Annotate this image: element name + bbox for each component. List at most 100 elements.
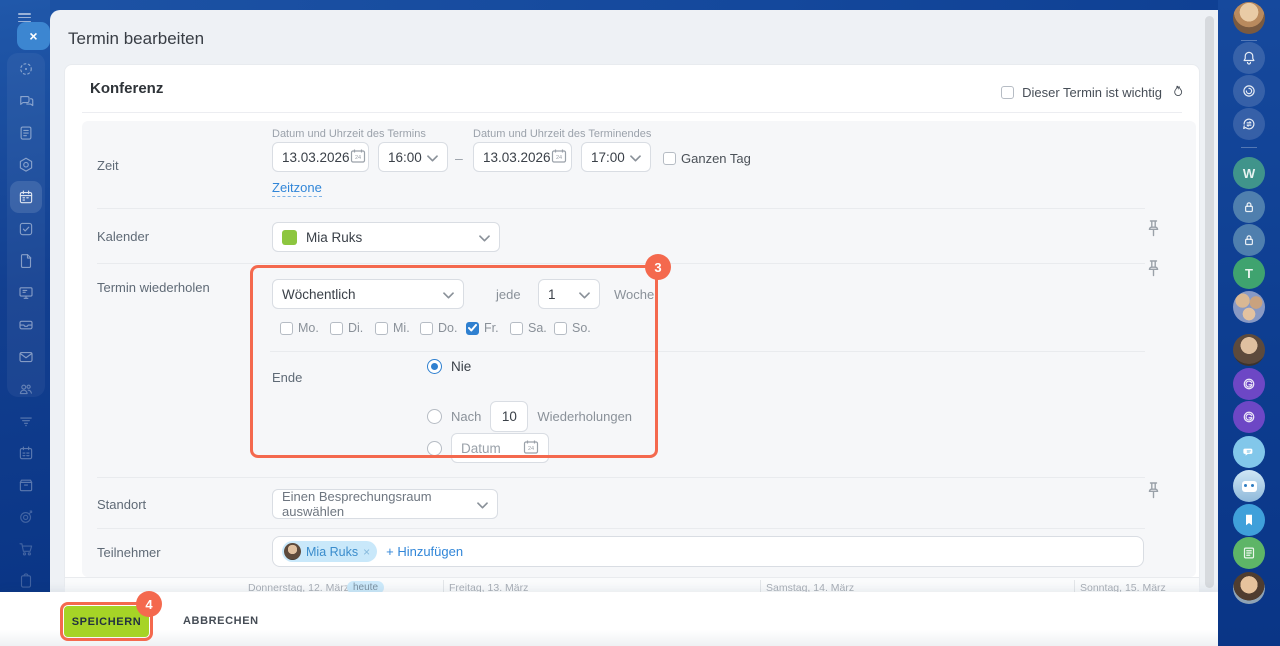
- start-date-value: 13.03.2026: [282, 150, 350, 165]
- rail-divider: [1241, 40, 1257, 41]
- time-range-dash: –: [455, 150, 463, 166]
- drawer-icon[interactable]: [10, 309, 42, 341]
- box-icon[interactable]: [10, 469, 42, 501]
- teilnehmer-label: Teilnehmer: [97, 545, 161, 560]
- important-checkbox[interactable]: [1001, 86, 1014, 99]
- close-modal-button[interactable]: ×: [17, 22, 50, 50]
- cancel-button[interactable]: ABBRECHEN: [183, 615, 259, 627]
- spiral-icon[interactable]: [1233, 75, 1265, 107]
- calendar-icon[interactable]: [10, 181, 42, 213]
- target-icon[interactable]: [10, 501, 42, 533]
- svg-text:24: 24: [355, 155, 361, 161]
- g-logo-icon[interactable]: [1233, 368, 1265, 400]
- chats-icon[interactable]: [10, 85, 42, 117]
- flame-icon: [1170, 83, 1184, 102]
- annotation-badge-3: 3: [645, 254, 671, 280]
- attendee-chip[interactable]: Mia Ruks ×: [282, 541, 377, 562]
- kalender-value: Mia Ruks: [306, 230, 479, 245]
- attendees-input[interactable]: Mia Ruks × + Hinzufügen: [272, 536, 1144, 567]
- all-day-label: Ganzen Tag: [681, 151, 751, 166]
- remove-attendee-icon[interactable]: ×: [363, 545, 370, 559]
- left-sidebar: [0, 0, 50, 646]
- kalender-select[interactable]: Mia Ruks: [272, 222, 500, 252]
- cart-icon[interactable]: [10, 533, 42, 565]
- g-logo-icon[interactable]: [1233, 401, 1265, 433]
- pin-icon[interactable]: [1147, 259, 1160, 283]
- end-date-input[interactable]: 13.03.2026 24: [473, 142, 572, 172]
- all-day-toggle[interactable]: Ganzen Tag: [663, 151, 751, 166]
- all-day-checkbox[interactable]: [663, 152, 676, 165]
- calendar-alt-icon[interactable]: [10, 437, 42, 469]
- document-icon[interactable]: [10, 245, 42, 277]
- hamburger-icon[interactable]: [18, 13, 31, 22]
- end-datetime-label: Datum und Uhrzeit des Terminendes: [473, 128, 651, 140]
- svg-text:24: 24: [556, 155, 562, 161]
- zeit-label: Zeit: [97, 158, 119, 173]
- annotation-badge-4: 4: [136, 591, 162, 617]
- chevron-down-icon: [427, 150, 438, 165]
- save-button[interactable]: SPEICHERN: [64, 606, 149, 637]
- annotation-box-3: [250, 265, 658, 458]
- activity-icon[interactable]: [10, 53, 42, 85]
- calendar-small-icon[interactable]: 24: [350, 148, 366, 167]
- calendar-small-icon[interactable]: 24: [551, 148, 567, 167]
- bell-icon[interactable]: [1233, 42, 1265, 74]
- important-label: Dieser Termin ist wichtig: [1022, 85, 1162, 100]
- add-attendee-link[interactable]: + Hinzufügen: [386, 544, 463, 559]
- man-avatar[interactable]: [1233, 572, 1265, 604]
- standort-select[interactable]: Einen Besprechungsraum auswählen: [272, 489, 498, 519]
- people-icon[interactable]: [10, 373, 42, 405]
- calendar-color-swatch: [282, 230, 297, 245]
- chevron-down-icon: [630, 150, 641, 165]
- attendee-name: Mia Ruks: [306, 545, 358, 559]
- workspace-t-avatar[interactable]: T: [1233, 257, 1265, 289]
- row-divider: [97, 208, 1145, 209]
- group-avatar[interactable]: [1233, 291, 1265, 323]
- workspace-w-avatar[interactable]: W: [1233, 157, 1265, 189]
- attendee-avatar: [284, 543, 301, 560]
- person-avatar[interactable]: [1233, 334, 1265, 366]
- tasks-icon[interactable]: [10, 213, 42, 245]
- bookmark-icon[interactable]: [1233, 504, 1265, 536]
- start-datetime-label: Datum und Uhrzeit des Termins: [272, 128, 426, 140]
- repeat-label: Termin wiederholen: [97, 280, 210, 295]
- pin-icon[interactable]: [1147, 481, 1160, 505]
- user-avatar[interactable]: [1233, 2, 1265, 34]
- lock-icon[interactable]: [1233, 224, 1265, 256]
- row-divider: [97, 263, 1145, 264]
- week-preview-strip: Donnerstag, 12. März heute Freitag, 13. …: [65, 577, 1199, 593]
- chat-sync-icon[interactable]: [1233, 108, 1265, 140]
- end-time-select[interactable]: 17:00: [581, 142, 651, 172]
- kalender-label: Kalender: [97, 229, 149, 244]
- presentation-icon[interactable]: [10, 277, 42, 309]
- funnel-icon[interactable]: [10, 405, 42, 437]
- rail-divider: [1241, 147, 1257, 148]
- mail-icon[interactable]: [10, 341, 42, 373]
- pin-icon[interactable]: [1147, 219, 1160, 243]
- standort-label: Standort: [97, 497, 146, 512]
- end-time-value: 17:00: [591, 150, 630, 165]
- news-icon[interactable]: [1233, 537, 1265, 569]
- timezone-link[interactable]: Zeitzone: [272, 180, 322, 197]
- chat-bubbles-icon[interactable]: [1233, 436, 1265, 468]
- chevron-down-icon: [479, 230, 490, 245]
- app-root: × Termin bearbeiten Konferenz Dieser Ter…: [0, 0, 1280, 646]
- robot-head: [1242, 481, 1257, 492]
- hexagon-icon[interactable]: [10, 149, 42, 181]
- notes-icon[interactable]: [10, 117, 42, 149]
- modal-scrollbar[interactable]: [1205, 16, 1214, 588]
- standort-placeholder: Einen Besprechungsraum auswählen: [282, 489, 477, 519]
- robot-avatar[interactable]: [1233, 470, 1265, 502]
- lock-icon[interactable]: [1233, 191, 1265, 223]
- start-date-input[interactable]: 13.03.2026 24: [272, 142, 369, 172]
- chevron-down-icon: [477, 497, 488, 512]
- end-date-value: 13.03.2026: [483, 150, 551, 165]
- start-time-select[interactable]: 16:00: [378, 142, 448, 172]
- important-toggle[interactable]: Dieser Termin ist wichtig: [1001, 83, 1184, 102]
- event-title-input[interactable]: Konferenz: [90, 80, 163, 97]
- row-divider: [97, 477, 1145, 478]
- row-divider: [97, 528, 1145, 529]
- modal-title: Termin bearbeiten: [68, 29, 204, 49]
- header-divider: [82, 112, 1182, 113]
- start-time-value: 16:00: [388, 150, 427, 165]
